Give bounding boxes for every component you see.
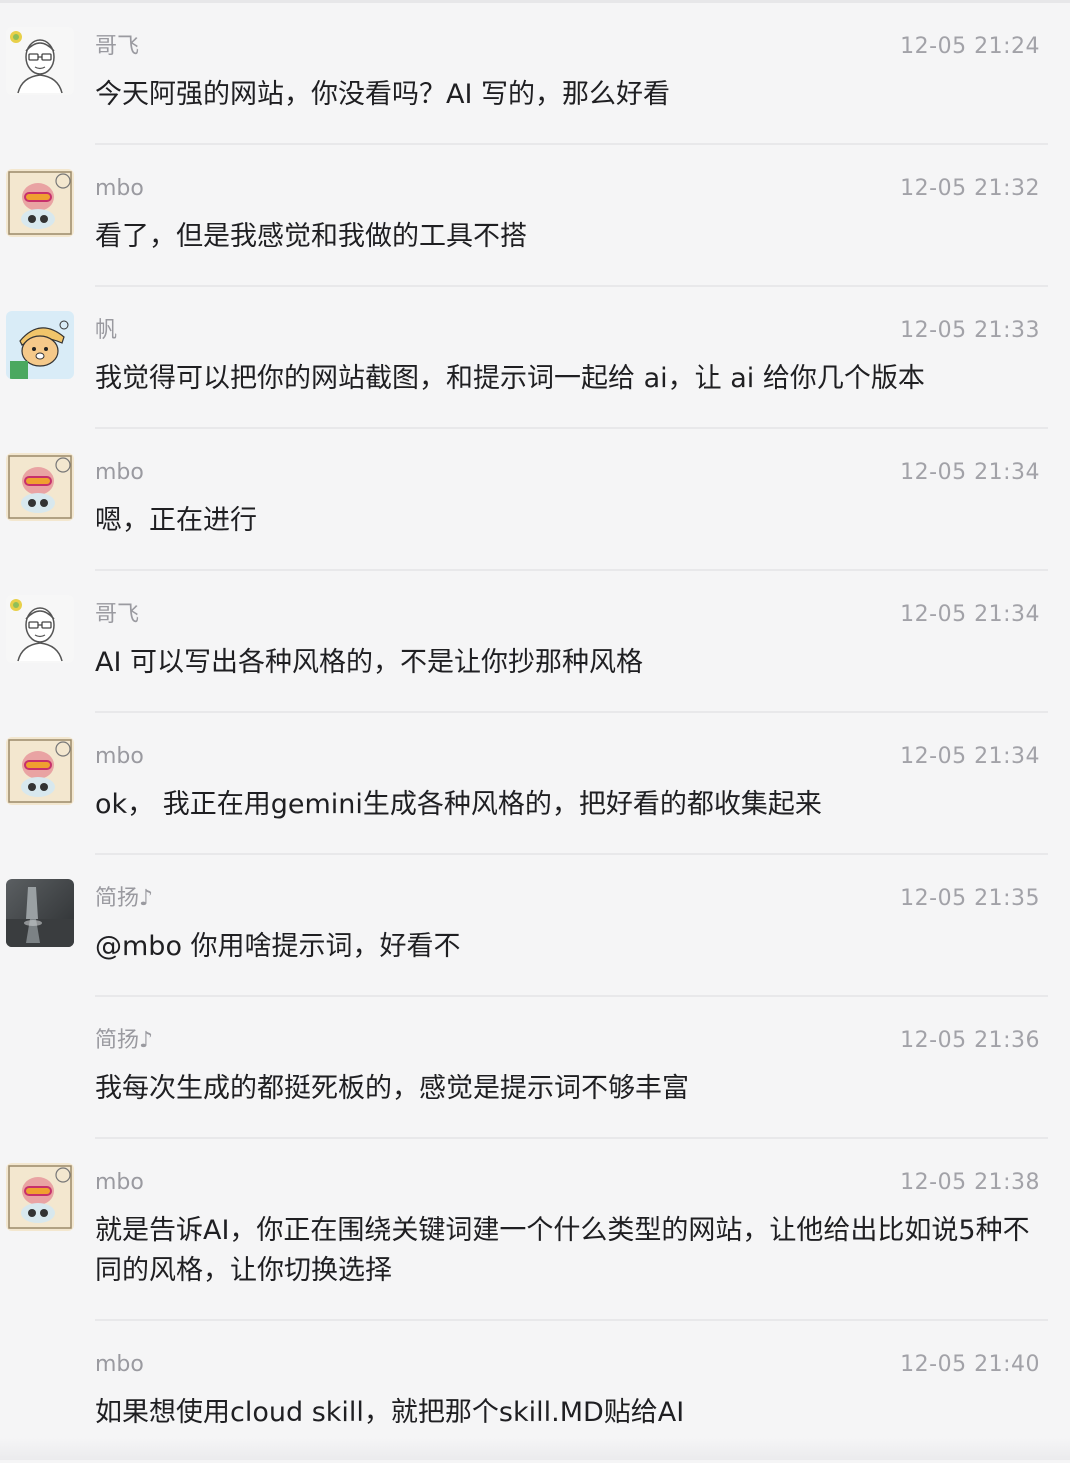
bottom-edge-shade: [0, 1438, 1070, 1460]
sender-name[interactable]: 简扬♪: [95, 885, 153, 913]
message-timestamp: 12-05 21:33: [900, 317, 1040, 345]
sender-name[interactable]: mbo: [95, 743, 144, 771]
gefei-avatar[interactable]: [6, 27, 74, 95]
gefei-avatar[interactable]: [6, 595, 74, 663]
sender-name[interactable]: mbo: [95, 1351, 144, 1379]
mbo-avatar[interactable]: [6, 453, 74, 521]
message-text: 嗯，正在进行: [95, 501, 1050, 541]
message-timestamp: 12-05 21:35: [900, 885, 1040, 913]
sender-name[interactable]: 简扬♪: [95, 1027, 153, 1055]
message-timestamp: 12-05 21:32: [900, 175, 1040, 203]
chat-message: 简扬♪ 12-05 21:36 我每次生成的都挺死板的，感觉是提示词不够丰富: [0, 997, 1070, 1139]
message-timestamp: 12-05 21:34: [900, 601, 1040, 629]
sender-name[interactable]: mbo: [95, 1169, 144, 1197]
message-timestamp: 12-05 21:40: [900, 1351, 1040, 1379]
message-text: 看了，但是我感觉和我做的工具不搭: [95, 217, 1050, 257]
mbo-avatar[interactable]: [6, 737, 74, 805]
sender-name[interactable]: 哥飞: [95, 33, 139, 61]
chat-message: mbo 12-05 21:38 就是告诉AI，你正在围绕关键词建一个什么类型的网…: [0, 1139, 1070, 1321]
chat-message-list[interactable]: 哥飞 12-05 21:24 今天阿强的网站，你没看吗？AI 写的，那么好看 m…: [0, 3, 1070, 1463]
chat-message: mbo 12-05 21:34 ok， 我正在用gemini生成各种风格的，把好…: [0, 713, 1070, 855]
message-text: AI 可以写出各种风格的，不是让你抄那种风格: [95, 643, 1050, 683]
mbo-avatar[interactable]: [6, 1163, 74, 1231]
message-timestamp: 12-05 21:36: [900, 1027, 1040, 1055]
fan-avatar[interactable]: [6, 311, 74, 379]
message-text: 如果想使用cloud skill，就把那个skill.MD贴给AI: [95, 1393, 1050, 1433]
sender-name[interactable]: 帆: [95, 317, 117, 345]
chat-message: 哥飞 12-05 21:34 AI 可以写出各种风格的，不是让你抄那种风格: [0, 571, 1070, 713]
message-text: 我觉得可以把你的网站截图，和提示词一起给 ai，让 ai 给你几个版本: [95, 359, 1050, 399]
message-timestamp: 12-05 21:34: [900, 459, 1040, 487]
sender-name[interactable]: 哥飞: [95, 601, 139, 629]
chat-message: mbo 12-05 21:34 嗯，正在进行: [0, 429, 1070, 571]
mbo-avatar[interactable]: [6, 169, 74, 237]
chat-message: 哥飞 12-05 21:24 今天阿强的网站，你没看吗？AI 写的，那么好看: [0, 3, 1070, 145]
message-text: 就是告诉AI，你正在围绕关键词建一个什么类型的网站，让他给出比如说5种不同的风格…: [95, 1211, 1050, 1291]
sender-name[interactable]: mbo: [95, 459, 144, 487]
message-text: ok， 我正在用gemini生成各种风格的，把好看的都收集起来: [95, 785, 1050, 825]
message-timestamp: 12-05 21:38: [900, 1169, 1040, 1197]
sender-name[interactable]: mbo: [95, 175, 144, 203]
message-text: 今天阿强的网站，你没看吗？AI 写的，那么好看: [95, 75, 1050, 115]
jianyang-avatar[interactable]: [6, 879, 74, 947]
chat-message: mbo 12-05 21:32 看了，但是我感觉和我做的工具不搭: [0, 145, 1070, 287]
message-text: @mbo 你用啥提示词，好看不: [95, 927, 1050, 967]
message-timestamp: 12-05 21:24: [900, 33, 1040, 61]
message-text: 我每次生成的都挺死板的，感觉是提示词不够丰富: [95, 1069, 1050, 1109]
chat-message: 简扬♪ 12-05 21:35 @mbo 你用啥提示词，好看不: [0, 855, 1070, 997]
chat-message: 帆 12-05 21:33 我觉得可以把你的网站截图，和提示词一起给 ai，让 …: [0, 287, 1070, 429]
message-timestamp: 12-05 21:34: [900, 743, 1040, 771]
